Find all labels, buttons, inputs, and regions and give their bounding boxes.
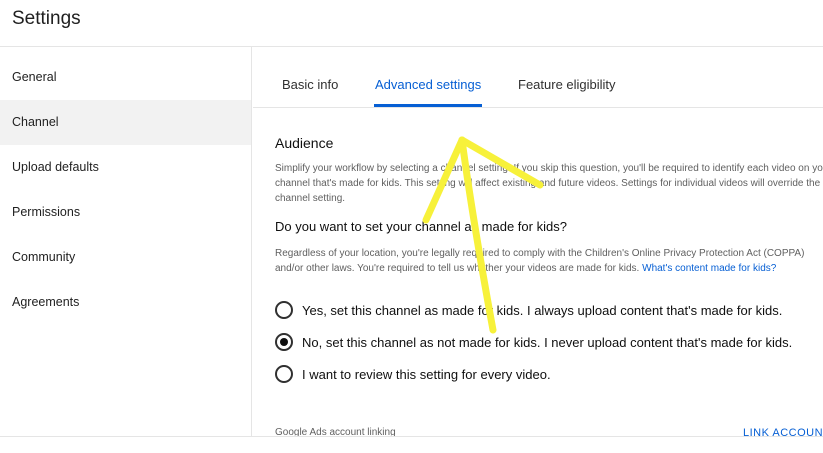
tab-bar: Basic info Advanced settings Feature eli… xyxy=(253,47,823,108)
sidebar: General Channel Upload defaults Permissi… xyxy=(0,47,252,437)
divider xyxy=(0,436,823,437)
tab-advanced-settings[interactable]: Advanced settings xyxy=(375,77,481,92)
radio-button-selected[interactable] xyxy=(275,333,293,351)
tab-basic-info[interactable]: Basic info xyxy=(282,77,338,92)
radio-label: Yes, set this channel as made for kids. … xyxy=(302,302,783,318)
settings-content: Basic info Advanced settings Feature eli… xyxy=(253,47,823,437)
sidebar-item-general[interactable]: General xyxy=(0,55,251,100)
sidebar-item-community[interactable]: Community xyxy=(0,235,251,280)
radio-option-review-every-video[interactable]: I want to review this setting for every … xyxy=(275,363,551,385)
coppa-notice: Regardless of your location, you're lega… xyxy=(275,246,823,276)
radio-option-not-made-for-kids[interactable]: No, set this channel as not made for kid… xyxy=(275,331,792,353)
radio-button[interactable] xyxy=(275,365,293,383)
active-tab-indicator xyxy=(374,104,482,107)
made-for-kids-question: Do you want to set your channel as made … xyxy=(275,219,567,234)
radio-label: I want to review this setting for every … xyxy=(302,366,551,382)
radio-button[interactable] xyxy=(275,301,293,319)
sidebar-item-upload-defaults[interactable]: Upload defaults xyxy=(0,145,251,190)
made-for-kids-help-link[interactable]: What's content made for kids? xyxy=(642,263,776,274)
audience-description: Simplify your workflow by selecting a ch… xyxy=(275,163,823,204)
tab-feature-eligibility[interactable]: Feature eligibility xyxy=(518,77,616,92)
sidebar-item-agreements[interactable]: Agreements xyxy=(0,280,251,325)
audience-heading: Audience xyxy=(275,135,334,151)
page-title: Settings xyxy=(12,8,81,29)
sidebar-item-permissions[interactable]: Permissions xyxy=(0,190,251,235)
radio-option-made-for-kids[interactable]: Yes, set this channel as made for kids. … xyxy=(275,299,782,321)
sidebar-item-channel[interactable]: Channel xyxy=(0,100,251,145)
radio-label: No, set this channel as not made for kid… xyxy=(302,334,793,350)
title-bar: Settings xyxy=(0,0,823,47)
